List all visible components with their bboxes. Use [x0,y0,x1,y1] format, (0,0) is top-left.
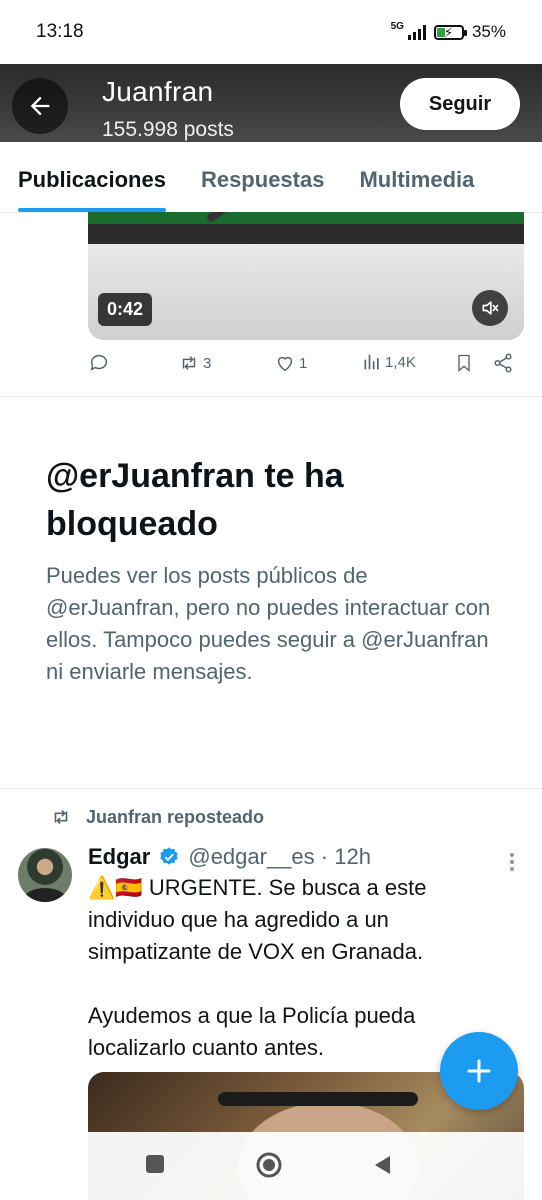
clock: 13:18 [36,21,84,42]
circle-icon [256,1152,282,1178]
views-button[interactable]: 1,4K [362,352,416,372]
blocked-description: Puedes ver los posts públicos de @erJuan… [46,563,491,684]
like-button[interactable]: 1 [274,352,307,374]
blocked-title: @erJuanfran te ha bloqueado [46,457,344,543]
video-duration: 0:42 [98,293,153,326]
compose-button[interactable] [440,1032,518,1110]
avatar[interactable] [18,848,72,902]
video-frame-top [88,212,524,224]
bookmark-icon [458,354,470,372]
repost-count: 3 [203,354,212,372]
tab-multimedia[interactable]: Multimedia [359,142,474,212]
system-nav-bar [0,1132,542,1200]
tab-label: Respuestas [200,167,325,192]
video-frame-border [88,224,524,244]
follow-button[interactable]: Seguir [400,78,520,130]
charging-icon: ⚡ [443,24,454,40]
post-actions: 3 1 1,4K [88,352,524,382]
tab-respuestas[interactable]: Respuestas [201,142,325,212]
plus-icon [467,1059,491,1083]
triangle-back-icon [375,1156,390,1174]
tweet-text: ⚠️🇪🇸 URGENTE. Se busca a este individuo … [88,875,427,1060]
more-vertical-icon [510,853,514,871]
battery-icon: ⚡ [433,24,467,40]
tab-label: Multimedia [359,167,475,192]
avatar-figure [24,888,66,902]
repost-indicator: Juanfran reposteado [50,806,264,828]
square-icon [146,1155,164,1173]
battery-percent: 35% [471,22,506,41]
more-button[interactable] [508,852,516,877]
handle-time: @edgar__es · 12h [188,844,371,869]
repost-button[interactable]: 3 [178,352,211,374]
signal-icon [407,24,426,40]
speaker-muted-icon [482,301,499,315]
like-count: 1 [299,354,308,372]
recents-button[interactable] [145,1154,165,1179]
divider [0,396,542,397]
share-button[interactable] [492,352,514,374]
status-bar: 13:18 5G ⚡ 35% [0,0,542,64]
tab-label: Publicaciones [18,167,166,192]
profile-tabs: Publicaciones Respuestas Multimedia [0,142,542,213]
author-name[interactable]: Edgar [88,844,150,870]
reply-button[interactable] [88,352,110,374]
video-surface [88,244,524,340]
repost-icon [54,809,68,825]
profile-header: Juanfran 155.998 posts Seguir [0,64,542,142]
video-player[interactable]: 0:42 [88,212,524,340]
posts-count: 155.998 posts [102,118,234,141]
chat-bubble-icon [90,354,108,371]
views-count: 1,4K [385,353,416,371]
image-detail [218,1092,418,1106]
heart-icon [277,356,293,372]
profile-name: Juanfran [102,76,214,107]
back-nav-button[interactable] [372,1154,392,1181]
tab-publicaciones[interactable]: Publicaciones [18,142,166,212]
divider [0,788,542,789]
mute-button[interactable] [472,290,508,326]
share-icon [494,353,512,373]
status-icons: 5G ⚡ 35% [390,20,506,42]
verified-badge-icon [160,847,179,865]
bookmark-button[interactable] [454,352,474,374]
bar-chart-icon [364,354,379,370]
back-button[interactable] [12,78,68,134]
repost-label: Juanfran reposteado [86,806,265,827]
home-button[interactable] [255,1151,283,1184]
repost-icon [182,356,196,370]
arrow-left-icon [30,96,50,116]
network-label: 5G [390,20,404,32]
tweet-header: Edgar @edgar__es · 12h [88,844,371,870]
